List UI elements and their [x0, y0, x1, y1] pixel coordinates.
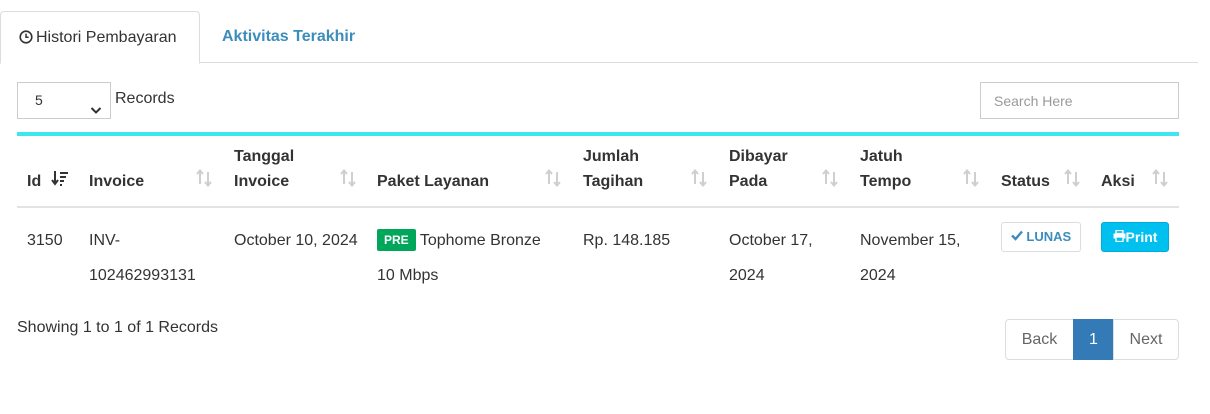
- print-button[interactable]: Print: [1101, 222, 1169, 252]
- cell-paket-layanan: PRE Tophome Bronze 10 Mbps: [377, 223, 541, 293]
- sort-icon: [1063, 168, 1081, 192]
- column-header-id[interactable]: Id: [27, 136, 77, 208]
- cell-id: 3150: [27, 232, 63, 249]
- tab-histori-pembayaran[interactable]: Histori Pembayaran: [0, 11, 200, 64]
- page-size-value: 5: [35, 92, 43, 108]
- printer-icon: [1113, 229, 1126, 245]
- pagination-next-button[interactable]: Next: [1113, 319, 1179, 360]
- sort-icon: [962, 168, 980, 192]
- sort-desc-icon: [51, 169, 69, 192]
- cell-invoice: INV- 102462993131: [89, 232, 196, 284]
- records-label: Records: [115, 90, 175, 107]
- plan-type-badge: PRE: [377, 229, 416, 251]
- cell-jumlah-tagihan: Rp. 148.185: [583, 232, 671, 249]
- column-header-invoice[interactable]: Invoice: [89, 136, 224, 208]
- pagination-page-1[interactable]: 1: [1073, 319, 1114, 360]
- cell-dibayar-pada: October 17, 2024: [729, 232, 813, 284]
- tab-aktivitas-terakhir[interactable]: Aktivitas Terakhir: [222, 11, 355, 63]
- sort-icon: [1151, 168, 1169, 192]
- sort-icon: [821, 168, 839, 192]
- sort-icon: [339, 168, 357, 192]
- cell-tanggal-invoice: October 10, 2024: [234, 232, 358, 249]
- sort-icon: [195, 168, 213, 192]
- status-lunas-button[interactable]: LUNAS: [1001, 222, 1081, 252]
- cell-jatuh-tempo: November 15, 2024: [860, 232, 961, 284]
- column-header-aksi[interactable]: Aksi: [1101, 136, 1171, 208]
- tab-bar: Histori Pembayaran Aktivitas Terakhir: [0, 11, 1198, 64]
- records-summary: Showing 1 to 1 of 1 Records: [17, 319, 219, 336]
- column-header-tanggal-invoice[interactable]: Tanggal Invoice: [234, 136, 364, 208]
- chevron-down-icon: [90, 94, 102, 129]
- pagination-back-button[interactable]: Back: [1005, 319, 1074, 360]
- column-header-jumlah-tagihan[interactable]: Jumlah Tagihan: [583, 136, 718, 208]
- page-size-select[interactable]: 5: [17, 82, 111, 119]
- column-header-paket-layanan[interactable]: Paket Layanan: [377, 136, 567, 208]
- column-header-jatuh-tempo[interactable]: Jatuh Tempo: [860, 136, 990, 208]
- table-row: 3150 INV- 102462993131 October 10, 2024 P…: [17, 208, 1179, 300]
- clock-icon: [19, 14, 33, 66]
- column-header-dibayar-pada[interactable]: Dibayar Pada: [729, 136, 849, 208]
- sort-icon: [690, 168, 708, 192]
- column-header-status[interactable]: Status: [1001, 136, 1086, 208]
- check-icon: [1010, 229, 1023, 244]
- search-input[interactable]: [980, 82, 1179, 119]
- sort-icon: [544, 168, 562, 192]
- tab-label: Histori Pembayaran: [36, 29, 177, 46]
- table-header: Id Invoice Tanggal Invoice Paket Layanan …: [17, 136, 1179, 208]
